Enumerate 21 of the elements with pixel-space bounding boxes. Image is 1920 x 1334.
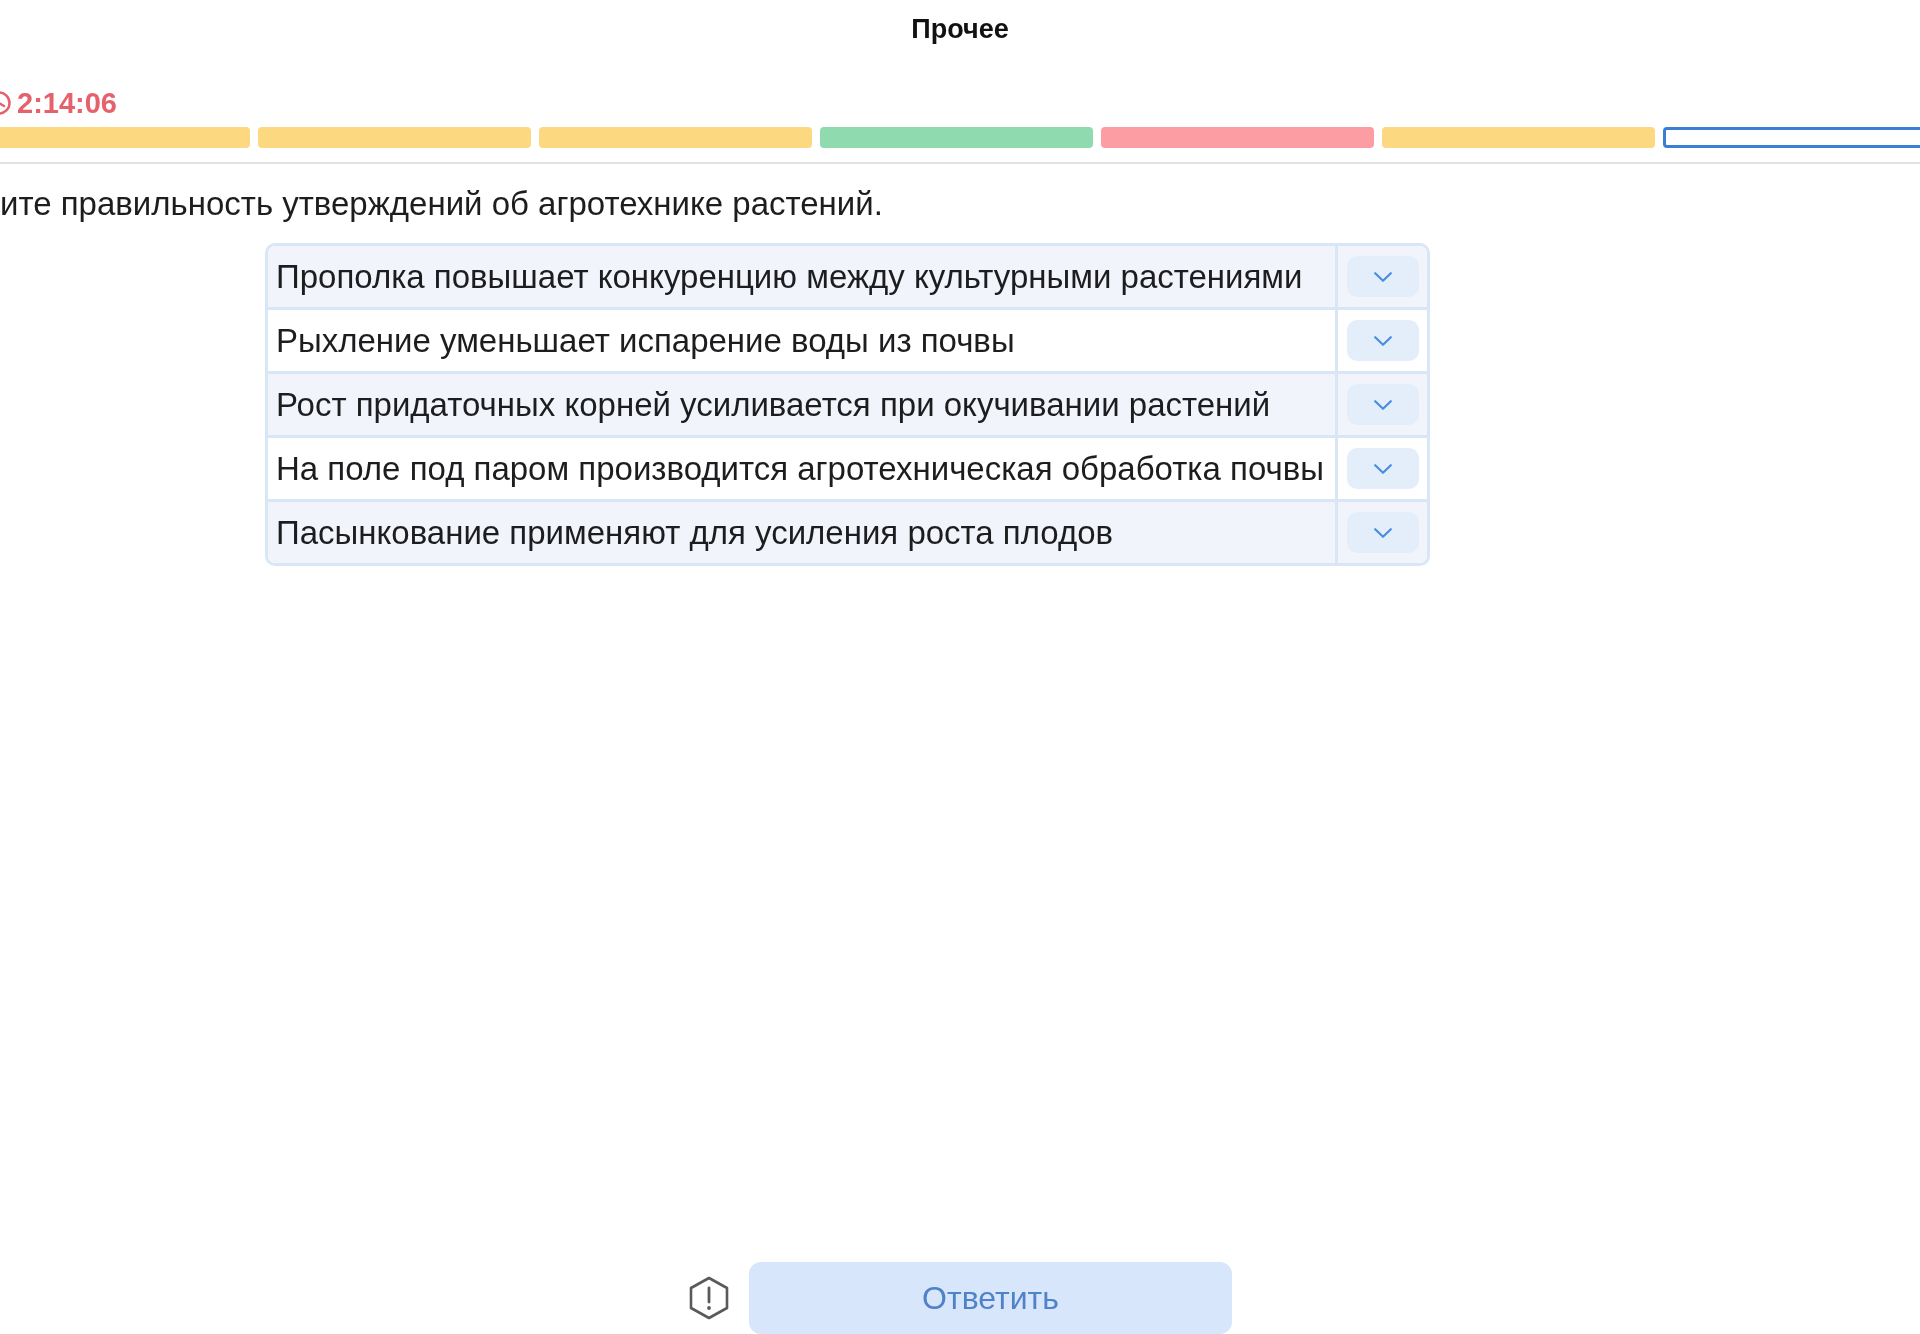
chevron-icon	[1373, 399, 1392, 410]
dropdown-button[interactable]	[1346, 512, 1419, 553]
statement-text: Рост придаточных корней усиливается при окучивании растений	[276, 385, 1271, 424]
chevron-icon	[1373, 271, 1392, 282]
statement-text: Прополка повышает конкуренцию между культурными растениями	[276, 257, 1303, 296]
timer-text: 2:14:06	[17, 88, 117, 118]
statement-text: Рыхление уменьшает испарение воды из почвы	[276, 321, 1015, 360]
chevron-icon	[1373, 335, 1392, 346]
dropdown-button[interactable]	[1346, 256, 1419, 297]
chevron-icon	[1373, 527, 1392, 538]
progress-segment[interactable]	[1663, 127, 1920, 148]
chevron-icon	[1373, 463, 1392, 474]
statement-text: Пасынкование применяют для усиления роста плодов	[276, 513, 1114, 552]
page-title: Прочее	[911, 13, 1009, 45]
exclamation-hexagon-icon[interactable]	[688, 1276, 730, 1320]
dropdown-button[interactable]	[1346, 384, 1419, 425]
question-text: ите правильность утверждений об агротехнике растений.	[0, 185, 884, 223]
clock-icon	[0, 90, 12, 116]
dropdown-button[interactable]	[1346, 320, 1419, 361]
dropdown-button[interactable]	[1346, 448, 1419, 489]
statement-text: На поле под паром производится агротехническая обработка почвы	[276, 449, 1324, 488]
